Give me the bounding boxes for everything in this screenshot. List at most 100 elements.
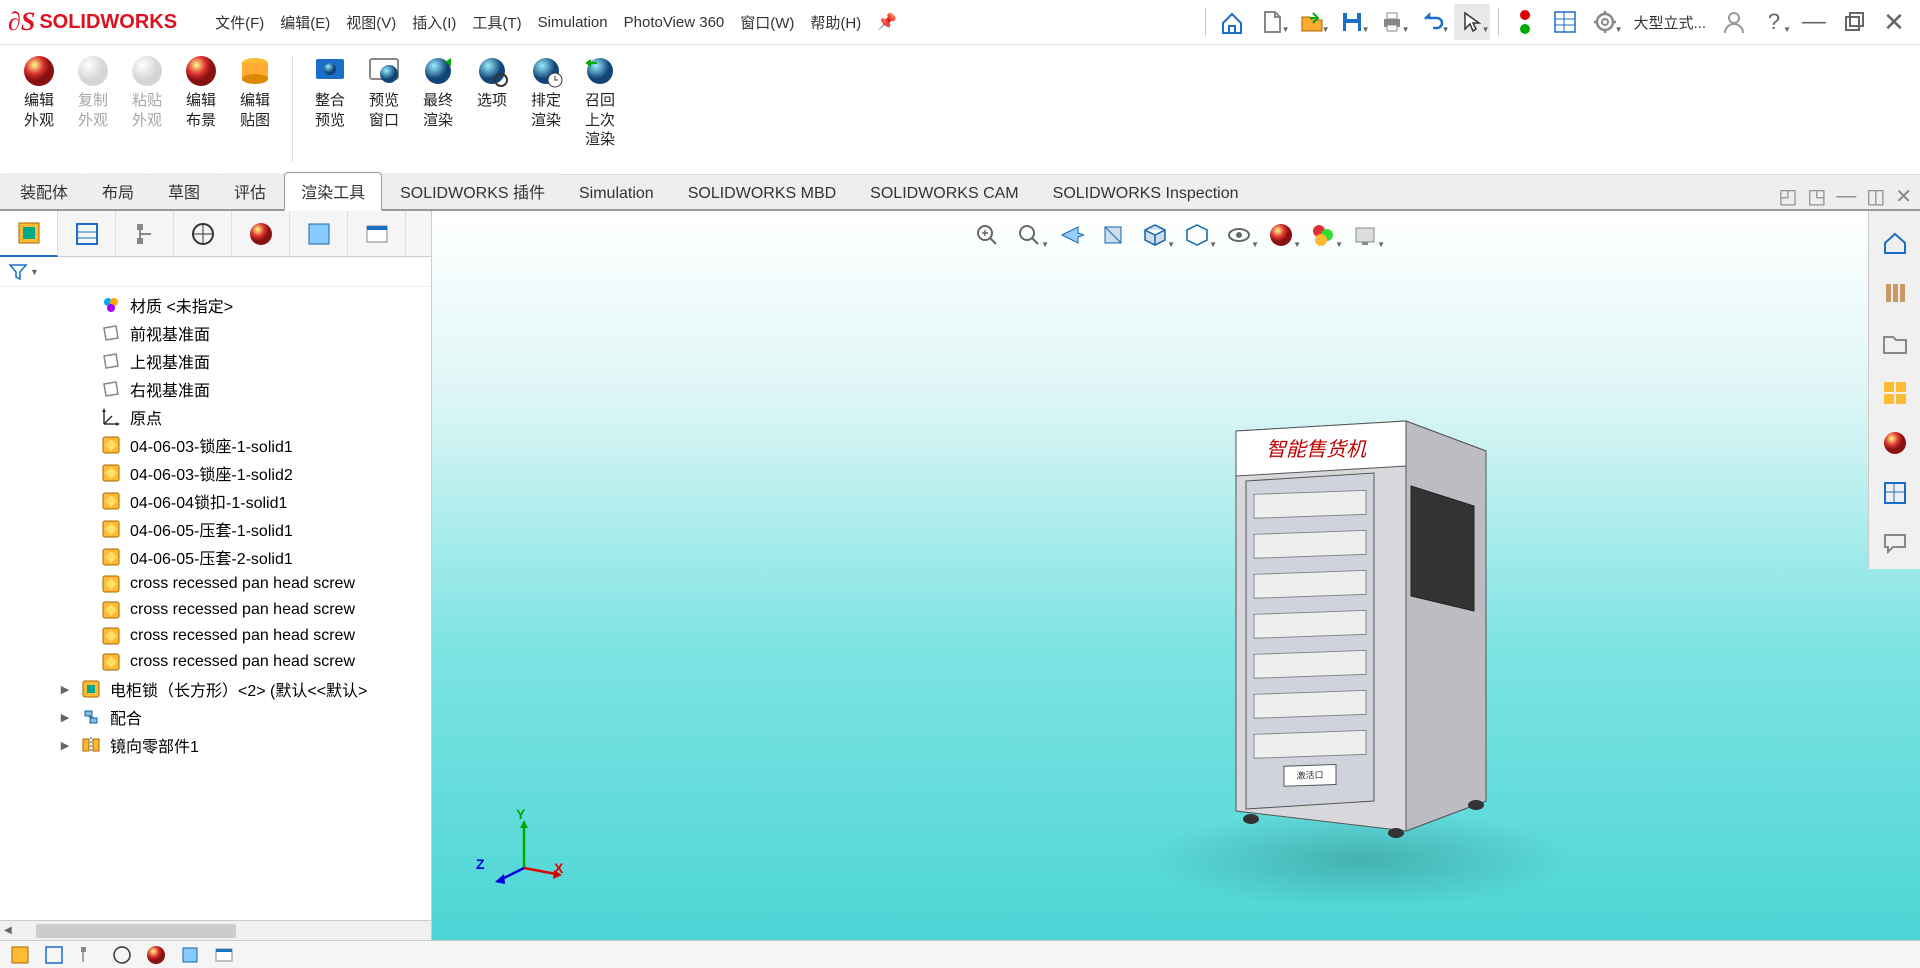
feature-tree[interactable]: 材质 <未指定>前视基准面上视基准面右视基准面原点04-06-03-锁座-1-s…	[0, 287, 431, 920]
previous-view-button[interactable]	[1051, 217, 1091, 253]
task-forum-button[interactable]	[1869, 519, 1920, 567]
scrollbar-thumb[interactable]	[36, 924, 236, 938]
expand-icon[interactable]: ▶	[58, 683, 72, 696]
menu-insert[interactable]: 插入(I)	[404, 8, 464, 37]
menu-view[interactable]: 视图(V)	[338, 8, 404, 37]
section-view-button[interactable]	[1093, 217, 1133, 253]
edit-decal-button[interactable]: 编辑贴图	[232, 49, 278, 170]
help-button[interactable]: ?▼	[1756, 4, 1792, 40]
zoom-area-button[interactable]: ▼	[1009, 217, 1049, 253]
tab-evaluate[interactable]: 评估	[218, 173, 282, 209]
display-tab[interactable]	[290, 211, 348, 257]
menu-photoview[interactable]: PhotoView 360	[616, 10, 733, 35]
edit-appearance-button[interactable]: ▼	[1261, 217, 1301, 253]
cube-small-icon[interactable]	[174, 943, 206, 967]
menu-window[interactable]: 窗口(W)	[732, 8, 802, 37]
open-button[interactable]: ▼	[1294, 4, 1330, 40]
new-button[interactable]: ▼	[1254, 4, 1290, 40]
pin-icon[interactable]: 📌	[877, 12, 897, 32]
preview-window-button[interactable]: 预览窗口	[361, 49, 407, 170]
model-3d[interactable]: 智能售货机 激活口	[1206, 371, 1526, 851]
tab-sketch[interactable]: 草图	[152, 173, 216, 209]
schedule-render-button[interactable]: 排定渲染	[523, 49, 569, 170]
tree-item[interactable]: cross recessed pan head screw	[0, 597, 431, 623]
menu-edit[interactable]: 编辑(E)	[272, 8, 338, 37]
tree-item[interactable]: 原点	[0, 403, 431, 431]
doc-restore-button[interactable]: ◫	[1866, 184, 1885, 209]
tab-render-tools[interactable]: 渲染工具	[284, 172, 382, 211]
tree-item[interactable]: 上视基准面	[0, 347, 431, 375]
dimxpert-tab[interactable]	[174, 211, 232, 257]
recall-render-button[interactable]: 召回上次渲染	[577, 49, 623, 170]
doc-close-button[interactable]: ✕	[1895, 184, 1912, 209]
zoom-fit-button[interactable]	[967, 217, 1007, 253]
task-view-palette-button[interactable]	[1869, 369, 1920, 417]
doc-minimize-button[interactable]: —	[1836, 185, 1856, 208]
tree-item[interactable]: cross recessed pan head screw	[0, 649, 431, 675]
tree-item[interactable]: 材质 <未指定>	[0, 291, 431, 319]
view-orientation-button[interactable]: ▼	[1135, 217, 1175, 253]
tree-item[interactable]: cross recessed pan head screw	[0, 571, 431, 597]
options-button[interactable]	[1547, 4, 1583, 40]
decal-tab[interactable]	[348, 211, 406, 257]
integrated-preview-button[interactable]: 整合预览	[307, 49, 353, 170]
tab-layout[interactable]: 布局	[86, 173, 150, 209]
restore-button[interactable]	[1836, 4, 1872, 40]
tree-item[interactable]: cross recessed pan head screw	[0, 623, 431, 649]
tree-item[interactable]: 04-06-03-锁座-1-solid1	[0, 431, 431, 459]
coordinate-triad[interactable]: Y X Z	[476, 806, 566, 896]
graphics-viewport[interactable]: ▼ ▼ ▼ ▼ ▼ ▼ ▼ 智能售货机	[432, 211, 1920, 940]
apply-scene-button[interactable]: ▼	[1303, 217, 1343, 253]
sphere-small-icon[interactable]	[140, 943, 172, 967]
task-explorer-button[interactable]	[1869, 319, 1920, 367]
property-tab[interactable]	[58, 211, 116, 257]
undo-button[interactable]: ▼	[1414, 4, 1450, 40]
view-settings-button[interactable]: ▼	[1345, 217, 1385, 253]
panel-right-icon[interactable]: ◳	[1807, 184, 1826, 209]
tree-item[interactable]: 04-06-04锁扣-1-solid1	[0, 487, 431, 515]
tab-assembly[interactable]: 装配体	[4, 173, 84, 209]
task-home-button[interactable]	[1869, 219, 1920, 267]
motion-tab-icon[interactable]	[38, 943, 70, 967]
task-custom-button[interactable]	[1869, 469, 1920, 517]
tree-item[interactable]: 04-06-05-压套-2-solid1	[0, 543, 431, 571]
menu-tools[interactable]: 工具(T)	[464, 8, 529, 37]
display-style-button[interactable]: ▼	[1177, 217, 1217, 253]
task-library-button[interactable]	[1869, 269, 1920, 317]
close-button[interactable]: ✕	[1876, 4, 1912, 40]
tree-item[interactable]: ▶配合	[0, 703, 431, 731]
assembly-size-label[interactable]: 大型立式...	[1627, 12, 1712, 33]
expand-icon[interactable]: ▶	[58, 711, 72, 724]
tab-mbd[interactable]: SOLIDWORKS MBD	[672, 179, 852, 209]
tab-addins[interactable]: SOLIDWORKS 插件	[384, 173, 561, 209]
feature-tree-tab[interactable]	[0, 211, 58, 257]
minimize-button[interactable]: —	[1796, 4, 1832, 40]
tab-inspection[interactable]: SOLIDWORKS Inspection	[1037, 179, 1255, 209]
dropdown-icon[interactable]: ▼	[30, 267, 39, 277]
tree-item[interactable]: 右视基准面	[0, 375, 431, 403]
home-button[interactable]	[1214, 4, 1250, 40]
user-button[interactable]	[1716, 4, 1752, 40]
menu-help[interactable]: 帮助(H)	[802, 8, 869, 37]
appearance-tab[interactable]	[232, 211, 290, 257]
expand-icon[interactable]: ▶	[58, 739, 72, 752]
hide-show-button[interactable]: ▼	[1219, 217, 1259, 253]
settings-button[interactable]: ▼	[1587, 4, 1623, 40]
scroll-left-icon[interactable]: ◀	[0, 925, 16, 936]
edit-appearance-button[interactable]: 编辑外观	[16, 49, 62, 170]
target-icon[interactable]	[106, 943, 138, 967]
menu-simulation[interactable]: Simulation	[530, 10, 616, 35]
menu-file[interactable]: 文件(F)	[207, 8, 272, 37]
final-render-button[interactable]: 最终渲染	[415, 49, 461, 170]
tree-item[interactable]: ▶镜向零部件1	[0, 731, 431, 759]
print-button[interactable]: ▼	[1374, 4, 1410, 40]
rebuild-button[interactable]	[1507, 4, 1543, 40]
render-options-button[interactable]: 选项	[469, 49, 515, 170]
3dview-tab-icon[interactable]	[72, 943, 104, 967]
select-button[interactable]: ▼	[1454, 4, 1490, 40]
filter-icon[interactable]	[8, 262, 28, 282]
tab-cam[interactable]: SOLIDWORKS CAM	[854, 179, 1034, 209]
tree-item[interactable]: ▶电柜锁（长方形）<2> (默认<<默认>	[0, 675, 431, 703]
tree-item[interactable]: 前视基准面	[0, 319, 431, 347]
task-appearance-button[interactable]	[1869, 419, 1920, 467]
